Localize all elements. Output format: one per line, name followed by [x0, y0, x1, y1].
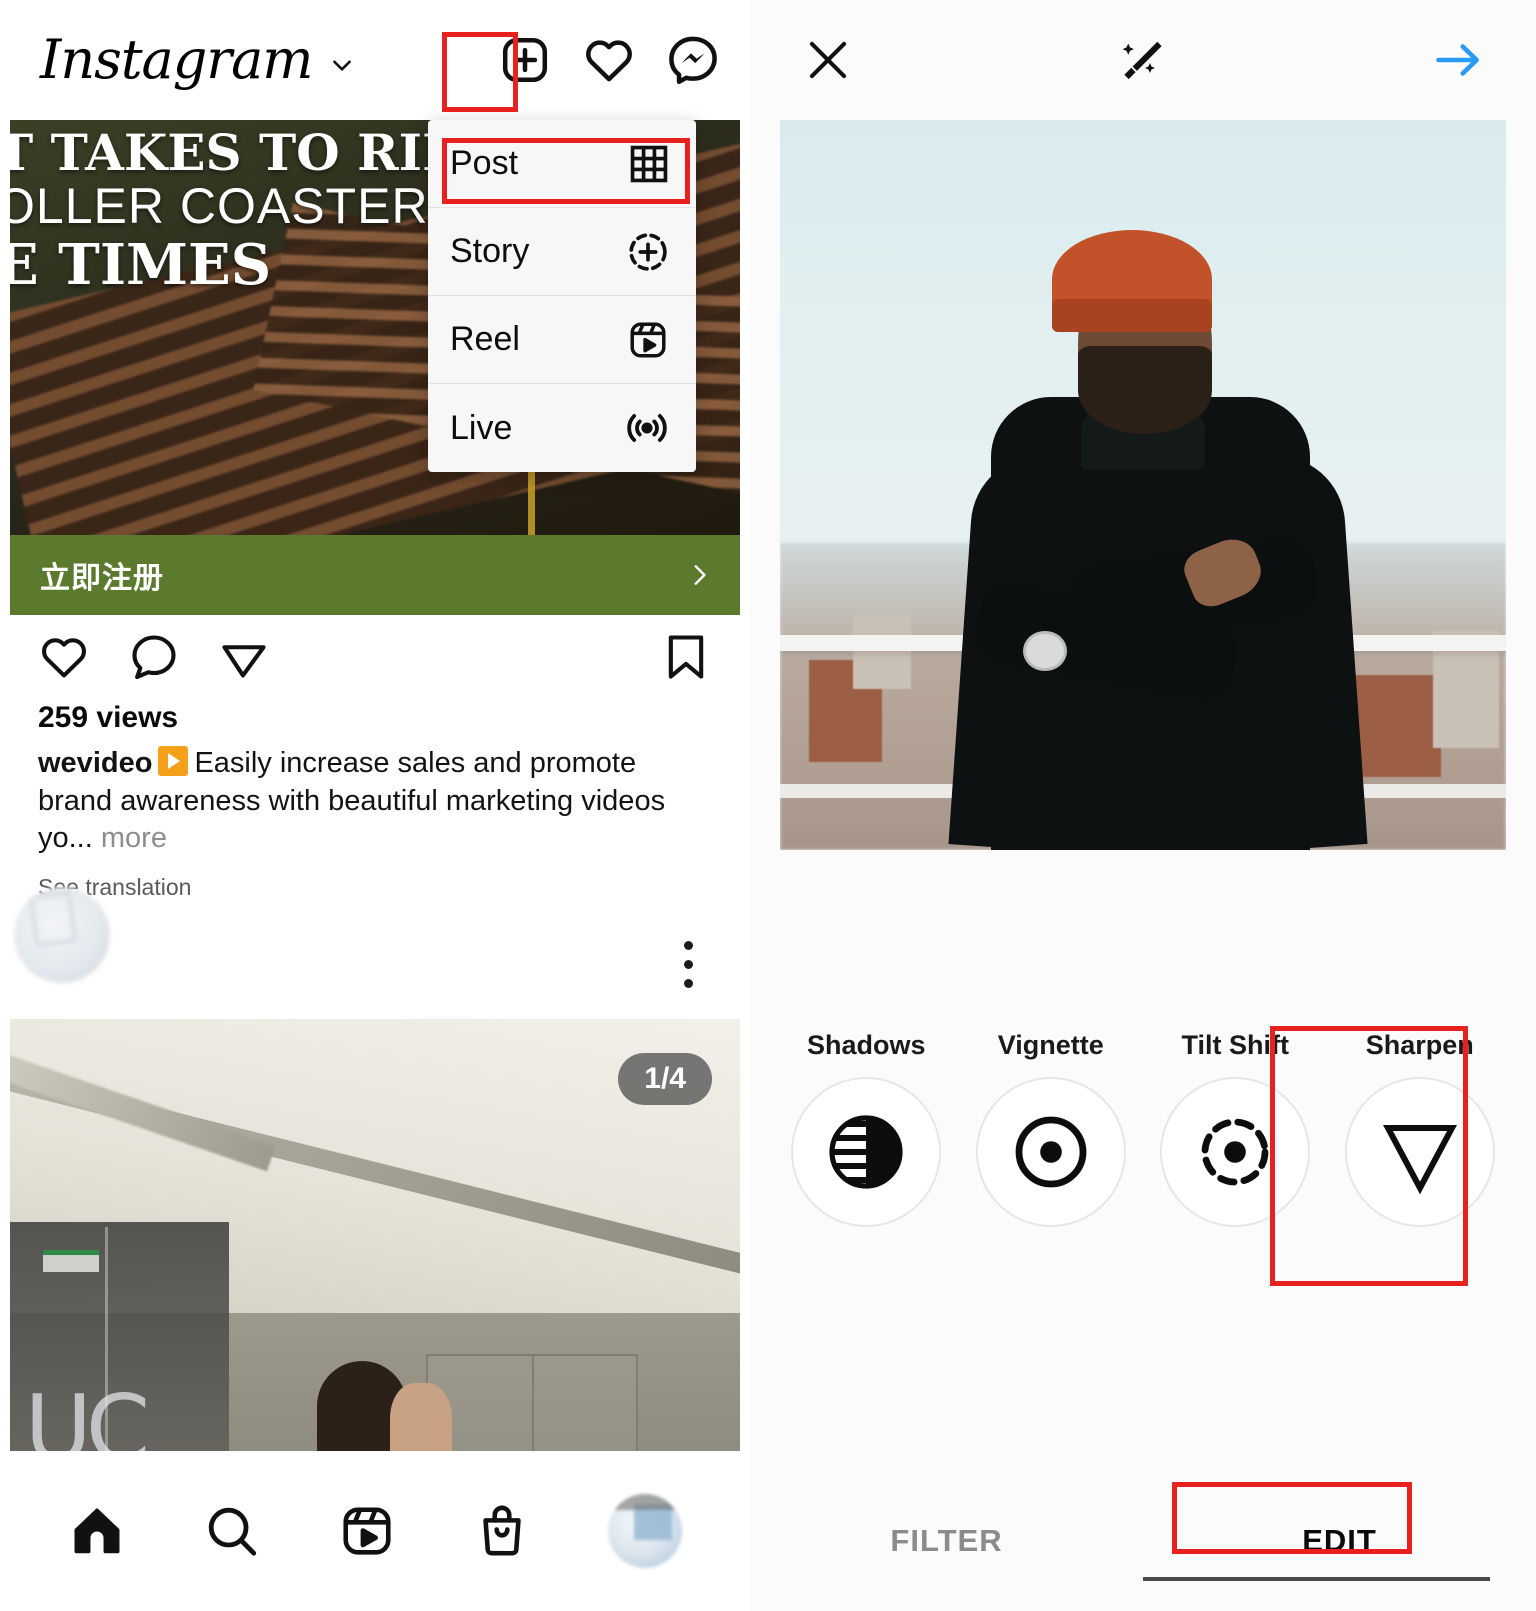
overlay-line-3: E TIMES	[10, 232, 272, 298]
carousel-index-badge: 1/4	[618, 1053, 712, 1106]
post-caption: wevideo Easily increase sales and promote…	[38, 745, 708, 858]
avatar[interactable]	[14, 887, 110, 984]
reel-play-icon	[630, 321, 666, 358]
magic-wand-icon[interactable]	[1117, 34, 1169, 86]
editor-photo-preview[interactable]	[780, 120, 1506, 850]
edit-tools-row: Shadows Vignette Tilt Shift Sharpen	[750, 1030, 1536, 1320]
editor-header	[750, 0, 1536, 120]
instagram-header: Instagram	[0, 0, 750, 120]
like-icon[interactable]	[38, 631, 90, 683]
tool-tilt-shift-circle	[1160, 1077, 1311, 1227]
search-icon[interactable]	[203, 1502, 261, 1560]
messenger-icon[interactable]	[666, 33, 720, 87]
menu-item-story-label: Story	[450, 232, 530, 270]
instagram-logo[interactable]: Instagram	[40, 33, 313, 87]
heart-activity-icon[interactable]	[582, 33, 636, 87]
see-translation-link[interactable]: See translation	[38, 874, 750, 901]
post-action-left-group	[38, 631, 270, 683]
building-decor-2	[852, 616, 911, 690]
menu-item-live-label: Live	[450, 408, 513, 447]
tool-sharpen-label: Sharpen	[1365, 1030, 1474, 1060]
sponsored-play-icon	[158, 746, 189, 776]
live-broadcast-icon	[627, 414, 667, 442]
create-dropdown-menu: Post Story Reel Live	[428, 120, 696, 472]
beard-decor	[1077, 346, 1212, 434]
sponsored-cta-band[interactable]: 立即注册	[10, 535, 740, 615]
share-icon[interactable]	[218, 631, 270, 683]
photo-editor-panel: Shadows Vignette Tilt Shift Sharpen FILT…	[750, 0, 1536, 1611]
three-dots-vertical-icon[interactable]	[684, 941, 693, 998]
caption-username[interactable]: wevideo	[38, 747, 152, 779]
tool-sharpen[interactable]: Sharpen	[1340, 1030, 1500, 1227]
menu-item-post-label: Post	[450, 144, 519, 182]
tool-shadows[interactable]: Shadows	[786, 1030, 946, 1227]
tool-shadows-circle	[791, 1077, 942, 1227]
menu-item-live[interactable]: Live	[428, 384, 696, 472]
tool-tilt-shift-label: Tilt Shift	[1181, 1030, 1290, 1060]
menu-item-post[interactable]: Post	[428, 120, 696, 208]
chevron-down-icon[interactable]	[329, 52, 355, 78]
screenshot-root: Instagram T TAKES TO RIDE OLLER COASTER …	[0, 0, 1536, 1611]
tool-vignette[interactable]: Vignette	[971, 1030, 1131, 1227]
caption-more-link[interactable]: more	[101, 822, 167, 854]
menu-item-story[interactable]: Story	[428, 208, 696, 296]
story-plus-circle-icon	[629, 232, 667, 271]
beanie-brim-decor	[1052, 298, 1212, 332]
tab-filter[interactable]: FILTER	[750, 1523, 1143, 1559]
tilt-shift-icon	[1201, 1118, 1269, 1186]
feed-post-2-media[interactable]: UC 1/4	[10, 1019, 740, 1472]
close-icon[interactable]	[802, 34, 854, 86]
create-new-plus-icon[interactable]	[498, 33, 552, 87]
save-bookmark-icon[interactable]	[660, 631, 712, 683]
grid-icon	[630, 145, 668, 182]
home-icon[interactable]	[68, 1502, 126, 1560]
menu-item-reel-label: Reel	[450, 320, 520, 358]
tool-vignette-circle	[975, 1077, 1126, 1227]
tool-vignette-label: Vignette	[997, 1030, 1104, 1060]
next-arrow-icon[interactable]	[1432, 34, 1484, 86]
bottom-navigation-bar	[0, 1451, 750, 1611]
chevron-right-icon	[694, 565, 706, 585]
tool-sharpen-circle	[1344, 1077, 1495, 1227]
watch-decor	[1023, 631, 1067, 672]
sharpen-triangle-icon	[1382, 1125, 1457, 1195]
cta-label: 立即注册	[40, 561, 164, 596]
tool-tilt-shift[interactable]: Tilt Shift	[1155, 1030, 1315, 1227]
tab-edit[interactable]: EDIT	[1143, 1523, 1536, 1559]
overlay-line-2: OLLER COASTER	[10, 178, 429, 234]
vignette-icon	[1015, 1116, 1087, 1188]
editor-tab-bar: FILTER EDIT	[750, 1471, 1536, 1611]
tool-shadows-label: Shadows	[806, 1030, 926, 1060]
shadows-icon	[829, 1115, 903, 1189]
post-action-row	[10, 615, 740, 699]
profile-avatar[interactable]	[607, 1494, 682, 1568]
exit-sign-decor	[42, 1249, 99, 1272]
header-icon-group	[498, 33, 720, 87]
instagram-feed-panel: Instagram T TAKES TO RIDE OLLER COASTER …	[0, 0, 750, 1611]
comment-icon[interactable]	[128, 631, 180, 683]
reels-icon[interactable]	[338, 1502, 396, 1560]
feed-post-2-header	[10, 887, 740, 1019]
shop-bag-icon[interactable]	[473, 1502, 531, 1560]
view-count: 259 views	[38, 701, 179, 734]
active-tab-underline	[1143, 1577, 1490, 1581]
menu-item-reel[interactable]: Reel	[428, 296, 696, 384]
